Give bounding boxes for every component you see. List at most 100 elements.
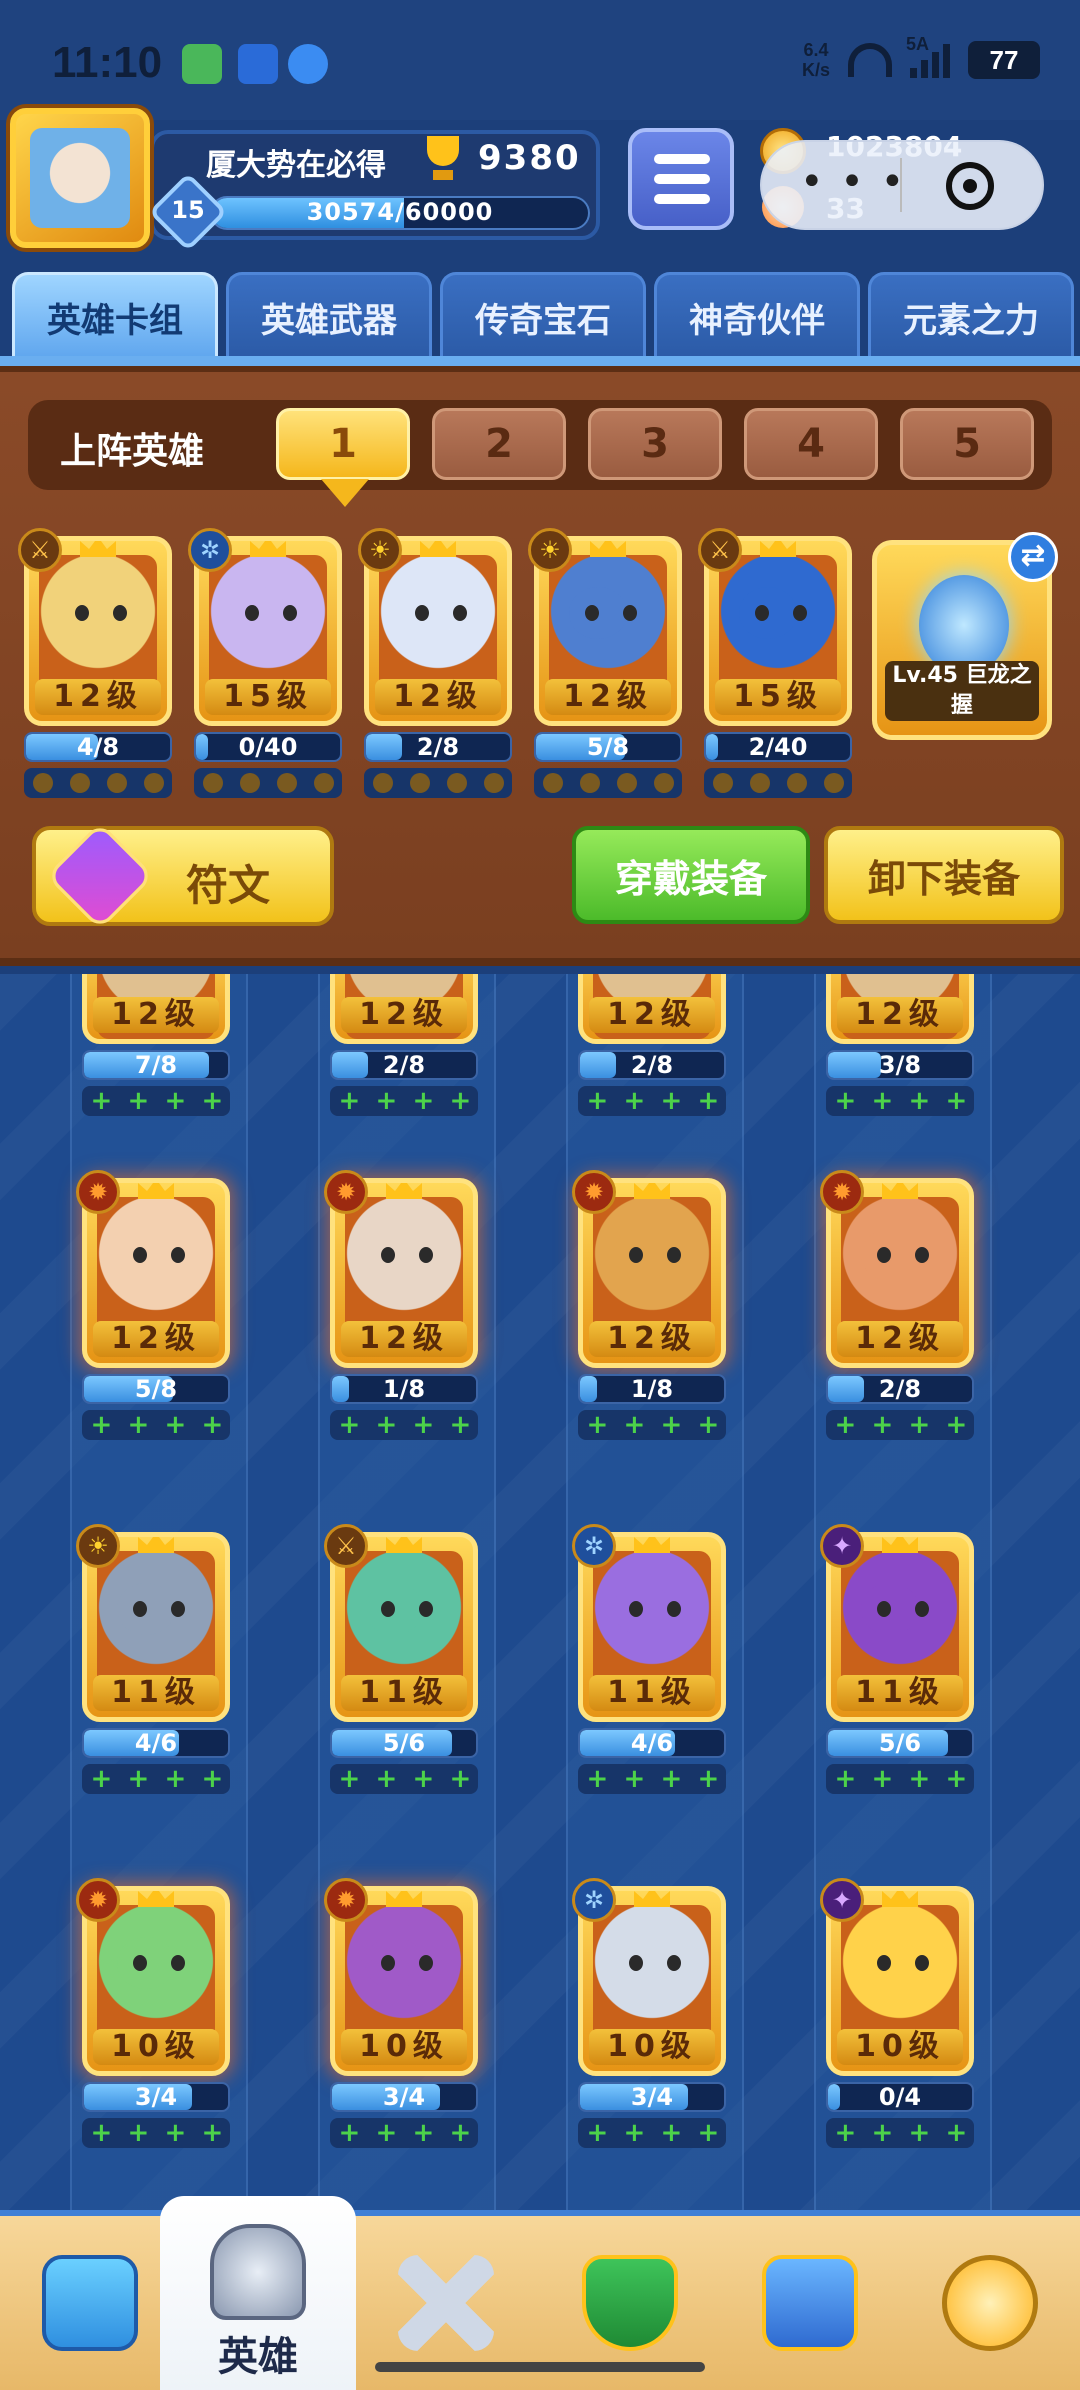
hero-card[interactable]: 12级 ✹ 5/8 + + + + [76,1170,230,1440]
hero-progress-bar: 4/6 [82,1728,230,1758]
hero-card[interactable]: 12级 3/8 + + + + [826,974,974,1116]
add-slot-icon: + [164,1410,187,1440]
crown-icon [386,1183,422,1199]
nav-shop[interactable] [0,2216,180,2390]
traffic-app-icon [238,44,278,84]
hero-level: 11级 [93,1675,219,1711]
add-slot-icon: + [375,1764,398,1794]
compass-icon [942,2255,1038,2351]
add-slot-icon: + [945,2118,968,2148]
hero-progress-bar: 3/4 [330,2082,478,2112]
hero-progress-bar: 2/8 [364,732,512,762]
trophy-icon [415,136,471,184]
hero-card[interactable]: 12级 ☀ 2/8 [358,528,512,798]
hero-eye [755,605,769,621]
hero-card-frame: 12级 [82,974,230,1044]
fire-element-icon: ✹ [324,1170,368,1214]
gem-slot-icon [653,773,674,793]
add-slot-icon: + [375,1410,398,1440]
add-slot-icon: + [201,1410,224,1440]
hero-eye [419,1247,433,1263]
add-slot-icon: + [697,1410,720,1440]
weapon-image [919,575,1009,675]
treasure-chest-icon [42,2255,138,2351]
tab-hero-weapons[interactable]: 英雄武器 [226,272,432,360]
hero-card[interactable]: 10级 ✹ 3/4 + + + + [324,1878,478,2148]
more-options-icon[interactable]: • • • [800,162,906,202]
equipment-slots-empty: + + + + [578,2118,726,2148]
hero-card[interactable]: 12级 ✹ 1/8 + + + + [324,1170,478,1440]
hero-card[interactable]: 10级 ✦ 0/4 + + + + [820,1878,974,2148]
hero-card[interactable]: 11级 ✦ 5/6 + + + + [820,1524,974,1794]
crown-icon [634,1891,670,1907]
team-label: 上阵英雄 [60,431,205,472]
hero-level: 12级 [341,1321,467,1357]
crown-icon [590,541,626,557]
gem-slot-icon [409,773,430,793]
nav-social[interactable] [720,2216,900,2390]
hero-card[interactable]: 11级 ✲ 4/6 + + + + [572,1524,726,1794]
team-slot-1[interactable]: 1 [276,408,410,507]
tab-legend-gems[interactable]: 传奇宝石 [440,272,646,360]
add-slot-icon: + [945,1410,968,1440]
crown-icon [882,1537,918,1553]
tab-hero-deck[interactable]: 英雄卡组 [12,272,218,360]
tab-companions[interactable]: 神奇伙伴 [654,272,860,360]
battery-indicator: 77 [968,41,1040,79]
nav-explore[interactable] [900,2216,1080,2390]
hero-level: 12级 [589,997,715,1033]
hero-card[interactable]: 10级 ✹ 3/4 + + + + [76,1878,230,2148]
team-slot-2[interactable]: 2 [432,408,566,480]
close-mini-program-icon[interactable] [946,162,994,210]
hero-eye [381,1601,395,1617]
hero-eye [877,1955,891,1971]
gem-slot-icon [579,773,600,793]
star-element-icon: ✦ [820,1878,864,1922]
add-slot-icon: + [623,2118,646,2148]
hero-card[interactable]: 15级 ⚔ 2/40 [698,528,852,798]
hero-level: 12级 [375,679,501,715]
hero-progress-text: 3/4 [382,2083,426,2111]
hero-card[interactable]: 12级 2/8 + + + + [330,974,478,1116]
add-slot-icon: + [834,1086,857,1116]
hero-level: 12级 [837,997,963,1033]
hero-card[interactable]: 12级 ☀ 5/8 [528,528,682,798]
hero-card[interactable]: 12级 2/8 + + + + [578,974,726,1116]
add-slot-icon: + [660,1086,683,1116]
hero-eye [419,1955,433,1971]
swap-icon[interactable]: ⇄ [1008,532,1058,582]
hero-card[interactable]: 10级 ✲ 3/4 + + + + [572,1878,726,2148]
menu-button[interactable] [628,128,734,230]
crown-icon [138,1183,174,1199]
hero-card[interactable]: 12级 ⚔ 4/8 [18,528,172,798]
hero-list[interactable]: 12级 7/8 + + + +12级 2/8 + + + +12级 2/8 + + + +12级 3/8 + + + +… [0,974,1080,2210]
gem-slot-icon [276,773,297,793]
unequip-button[interactable]: 卸下装备 [824,826,1064,924]
add-slot-icon: + [586,2118,609,2148]
hero-progress-bar: 2/8 [826,1374,974,1404]
hero-eye [667,1601,681,1617]
nav-heroes-label: 英雄 [218,2334,298,2380]
tab-elements[interactable]: 元素之力 [868,272,1074,360]
hero-progress-text: 3/4 [134,2083,178,2111]
team-slot-4[interactable]: 4 [744,408,878,480]
hero-card[interactable]: 15级 ✲ 0/40 [188,528,342,798]
hero-card[interactable]: 12级 ✹ 2/8 + + + + [820,1170,974,1440]
equipment-slots-empty: + + + + [578,1410,726,1440]
hero-progress-bar: 4/8 [24,732,172,762]
hero-card[interactable]: 11级 ⚔ 5/6 + + + + [324,1524,478,1794]
player-avatar[interactable] [10,108,150,248]
hero-card[interactable]: 11级 ☀ 4/6 + + + + [76,1524,230,1794]
hero-progress-bar: 5/8 [82,1374,230,1404]
hero-card[interactable]: 12级 7/8 + + + + [82,974,230,1116]
hero-eye [133,1601,147,1617]
add-slot-icon: + [697,1764,720,1794]
crown-icon [80,541,116,557]
add-slot-icon: + [201,2118,224,2148]
team-slot-5[interactable]: 5 [900,408,1034,480]
equip-button[interactable]: 穿戴装备 [572,826,810,924]
gear-element-icon: ✲ [572,1878,616,1922]
nav-heroes[interactable]: 英雄 [168,2216,348,2390]
hero-card[interactable]: 12级 ✹ 1/8 + + + + [572,1170,726,1440]
team-slot-3[interactable]: 3 [588,408,722,480]
